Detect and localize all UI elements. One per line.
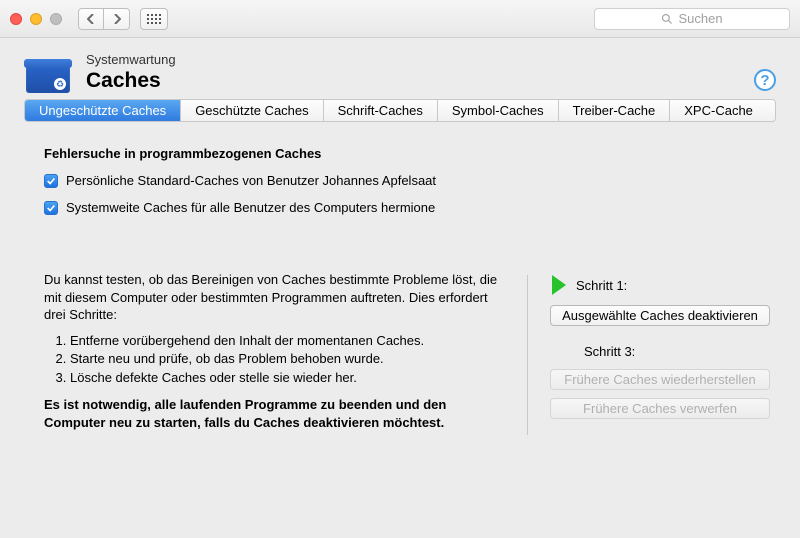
traffic-lights (10, 13, 62, 25)
list-item: Starte neu und prüfe, ob das Problem beh… (70, 350, 505, 368)
search-placeholder: Suchen (678, 11, 722, 26)
nav-buttons (78, 8, 130, 30)
list-item: Lösche defekte Caches oder stelle sie wi… (70, 369, 505, 387)
tab-unprotected-caches[interactable]: Ungeschützte Caches (25, 100, 181, 121)
checkbox-personal[interactable] (44, 174, 58, 188)
chevron-left-icon (87, 14, 95, 24)
chevron-right-icon (113, 14, 121, 24)
step-label: Schritt 1: (576, 278, 627, 293)
checkbox-row-personal: Persönliche Standard-Caches von Benutzer… (44, 173, 770, 188)
forward-button[interactable] (104, 8, 130, 30)
zoom-button (50, 13, 62, 25)
close-button[interactable] (10, 13, 22, 25)
show-all-button[interactable] (140, 8, 168, 30)
caches-icon: ♻ (24, 57, 72, 93)
list-item: Entferne vorübergehend den Inhalt der mo… (70, 332, 505, 350)
header-subtitle: Systemwartung (86, 52, 776, 67)
tab-font-caches[interactable]: Schrift-Caches (324, 100, 438, 121)
tab-protected-caches[interactable]: Geschützte Caches (181, 100, 323, 121)
minimize-button[interactable] (30, 13, 42, 25)
search-input[interactable]: Suchen (594, 8, 790, 30)
restore-caches-button: Frühere Caches wiederherstellen (550, 369, 770, 390)
checkbox-label: Persönliche Standard-Caches von Benutzer… (66, 173, 436, 188)
deactivate-caches-button[interactable]: Ausgewählte Caches deaktivieren (550, 305, 770, 326)
check-icon (46, 176, 56, 186)
step-1: Schritt 1: (552, 275, 770, 295)
tab-symbol-caches[interactable]: Symbol-Caches (438, 100, 559, 121)
section-title: Fehlersuche in programmbezogenen Caches (44, 146, 770, 161)
checkbox-row-system: Systemweite Caches für alle Benutzer des… (44, 200, 770, 215)
tab-xpc-cache[interactable]: XPC-Cache (670, 100, 775, 121)
steps-panel: Schritt 1: Ausgewählte Caches deaktivier… (550, 271, 770, 439)
info-intro: Du kannst testen, ob das Bereinigen von … (44, 271, 505, 324)
window: Suchen ♻ Systemwartung Caches ? Ungeschü… (0, 0, 800, 538)
content: Fehlersuche in programmbezogenen Caches … (0, 122, 800, 538)
header-text: Systemwartung Caches (86, 52, 776, 93)
info-text: Du kannst testen, ob das Bereinigen von … (44, 271, 505, 439)
info-warning: Es ist notwendig, alle laufenden Program… (44, 396, 505, 431)
page-title: Caches (86, 69, 776, 93)
checkbox-label: Systemweite Caches für alle Benutzer des… (66, 200, 435, 215)
discard-caches-button: Frühere Caches verwerfen (550, 398, 770, 419)
header: ♻ Systemwartung Caches ? (0, 38, 800, 99)
check-icon (46, 203, 56, 213)
tab-driver-cache[interactable]: Treiber-Cache (559, 100, 671, 121)
checkbox-system[interactable] (44, 201, 58, 215)
info-list: Entferne vorübergehend den Inhalt der mo… (70, 332, 505, 387)
titlebar: Suchen (0, 0, 800, 38)
grid-icon (147, 14, 161, 24)
lower-section: Du kannst testen, ob das Bereinigen von … (44, 271, 770, 439)
divider (527, 275, 528, 435)
back-button[interactable] (78, 8, 104, 30)
search-icon (661, 13, 673, 25)
step-3-label: Schritt 3: (584, 344, 770, 359)
help-button[interactable]: ? (754, 69, 776, 91)
play-icon (552, 275, 566, 295)
tabs: Ungeschützte Caches Geschützte Caches Sc… (24, 99, 776, 122)
